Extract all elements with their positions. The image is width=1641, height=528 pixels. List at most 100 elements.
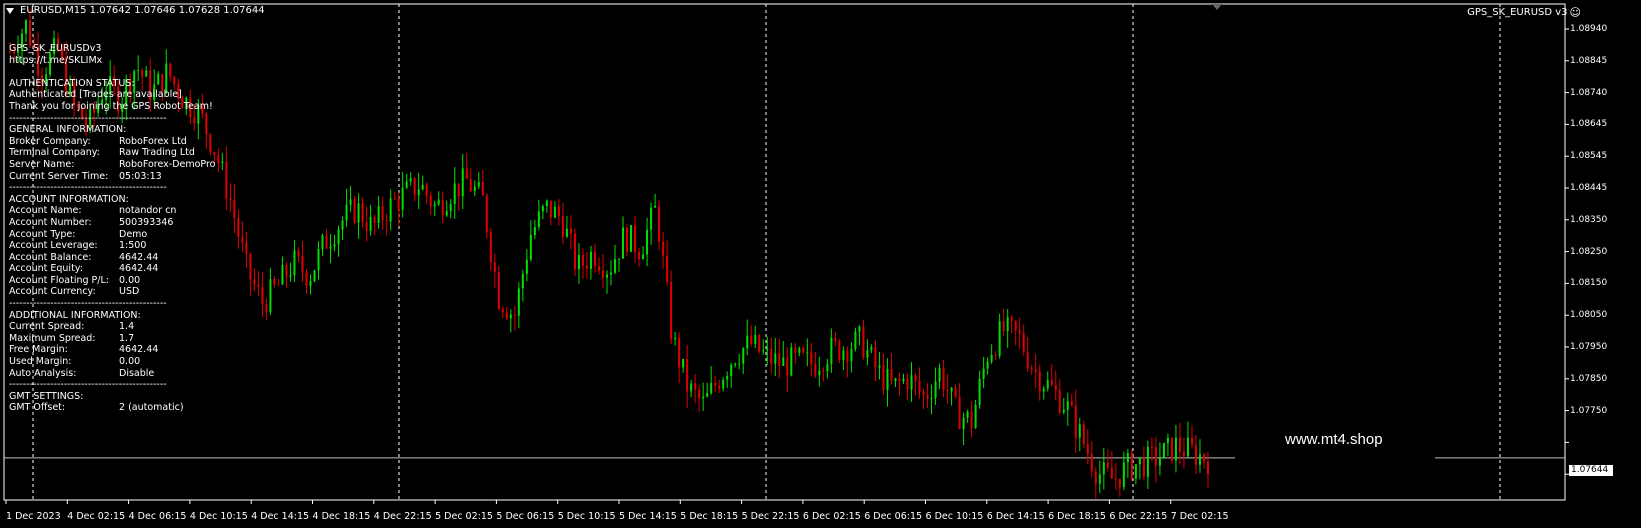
time-tick-label: 4 Dec 06:15 <box>128 511 187 522</box>
candle-body <box>569 228 572 234</box>
candle-body <box>1166 437 1169 444</box>
candle-body <box>585 265 588 269</box>
candle-body <box>1142 457 1145 477</box>
candle-body <box>658 205 661 243</box>
candle-body <box>870 347 873 350</box>
candle-body <box>842 350 845 360</box>
candle-body <box>1070 401 1073 406</box>
candle-body <box>1086 444 1089 454</box>
candle-body <box>1178 437 1181 452</box>
candle-body <box>730 364 733 377</box>
candle-body <box>329 246 332 249</box>
panel-field: Terminal Company: Raw Trading Ltd <box>9 147 219 159</box>
candle-body <box>393 198 396 200</box>
candle-body <box>557 206 560 217</box>
candle-body <box>662 242 665 256</box>
candle-body <box>369 216 372 231</box>
collapse-triangle-icon[interactable] <box>6 7 14 14</box>
candle-body <box>794 347 797 353</box>
panel-field-value: 0.00 <box>119 274 141 286</box>
panel-line: ACCOUNT INFORMATION: <box>9 193 129 205</box>
candle-body <box>1098 474 1101 484</box>
candle-body <box>321 235 324 249</box>
candle-body <box>501 308 504 313</box>
candle-body <box>565 228 568 237</box>
candle-body <box>225 161 228 199</box>
panel-gap <box>9 66 219 78</box>
panel-separator: ----------------------------------------… <box>9 112 167 124</box>
time-tick-label: 4 Dec 02:15 <box>67 511 126 522</box>
candle-body <box>277 284 280 286</box>
chart-plot[interactable] <box>0 0 1641 528</box>
candle-body <box>337 229 340 245</box>
candle-body <box>249 253 252 280</box>
candle-body <box>1018 330 1021 334</box>
candle-body <box>245 242 248 254</box>
time-tick-label: 5 Dec 22:15 <box>741 511 800 522</box>
candle-body <box>782 357 785 366</box>
ea-name: GPS_SK_EURUSD v3 <box>1467 7 1568 18</box>
candle-body <box>389 198 392 222</box>
candle-body <box>513 314 516 316</box>
candle-body <box>722 379 725 389</box>
candle-body <box>317 248 320 271</box>
panel-field: Account Name: notandor cn <box>9 205 219 217</box>
candle-body <box>561 216 564 237</box>
panel-line: Thank you for joining the GPS Robot Team… <box>9 100 213 112</box>
candle-body <box>1206 461 1209 475</box>
panel-line: AUTHENTICATION STATUS: <box>9 77 135 89</box>
candle-body <box>433 204 436 207</box>
candle-body <box>437 199 440 205</box>
candle-body <box>1202 454 1205 462</box>
candle-body <box>541 206 544 212</box>
candle-body <box>593 251 596 267</box>
smiley-icon[interactable]: ☺ <box>1570 6 1581 19</box>
chart-window[interactable]: EURUSD,M15 1.07642 1.07646 1.07628 1.076… <box>0 0 1641 528</box>
time-tick-label: 4 Dec 22:15 <box>373 511 432 522</box>
candle-body <box>273 279 276 285</box>
candle-body <box>902 378 905 382</box>
candle-body <box>1130 452 1133 479</box>
candle-body <box>1042 388 1045 392</box>
candle-body <box>982 368 985 379</box>
candle-body <box>646 229 649 255</box>
candle-body <box>1074 405 1077 438</box>
candle-body <box>998 321 1001 356</box>
candle-body <box>241 236 244 243</box>
candle-body <box>698 389 701 399</box>
candle-body <box>325 235 328 249</box>
panel-field-label: Current Server Time: <box>9 170 109 182</box>
panel-field: Current Spread: 1.4 <box>9 321 219 333</box>
time-tick-label: 6 Dec 18:15 <box>1048 511 1106 522</box>
candle-body <box>465 168 468 179</box>
candle-body <box>257 284 260 288</box>
candle-body <box>505 312 508 319</box>
candle-body <box>610 272 612 275</box>
candle-body <box>1198 454 1201 465</box>
panel-field-value: 1:500 <box>119 240 147 252</box>
candle-body <box>1174 437 1177 461</box>
candle-body <box>425 184 428 196</box>
candle-body <box>601 270 604 278</box>
candle-body <box>718 385 721 389</box>
price-tick-label: 1.08050 <box>1570 310 1608 321</box>
candle-body <box>1002 321 1005 332</box>
candle-body <box>734 363 737 365</box>
candle-body <box>237 218 240 237</box>
panel-field-label: Account Floating P/L: <box>9 274 109 286</box>
price-tick-label: 1.08545 <box>1570 151 1608 162</box>
price-tick-label: 1.08250 <box>1570 246 1608 257</box>
candle-body <box>1014 321 1017 331</box>
candle-body <box>333 244 336 247</box>
candle-body <box>1046 380 1049 389</box>
candle-body <box>1034 369 1037 372</box>
candle-body <box>1154 447 1157 466</box>
candle-body <box>509 314 512 319</box>
candle-body <box>1066 401 1069 410</box>
candle-body <box>597 266 600 271</box>
candle-body <box>377 206 380 223</box>
candle-body <box>978 378 981 405</box>
time-tick-label: 5 Dec 02:15 <box>435 511 493 522</box>
candle-body <box>545 200 548 207</box>
candle-body <box>413 178 416 196</box>
